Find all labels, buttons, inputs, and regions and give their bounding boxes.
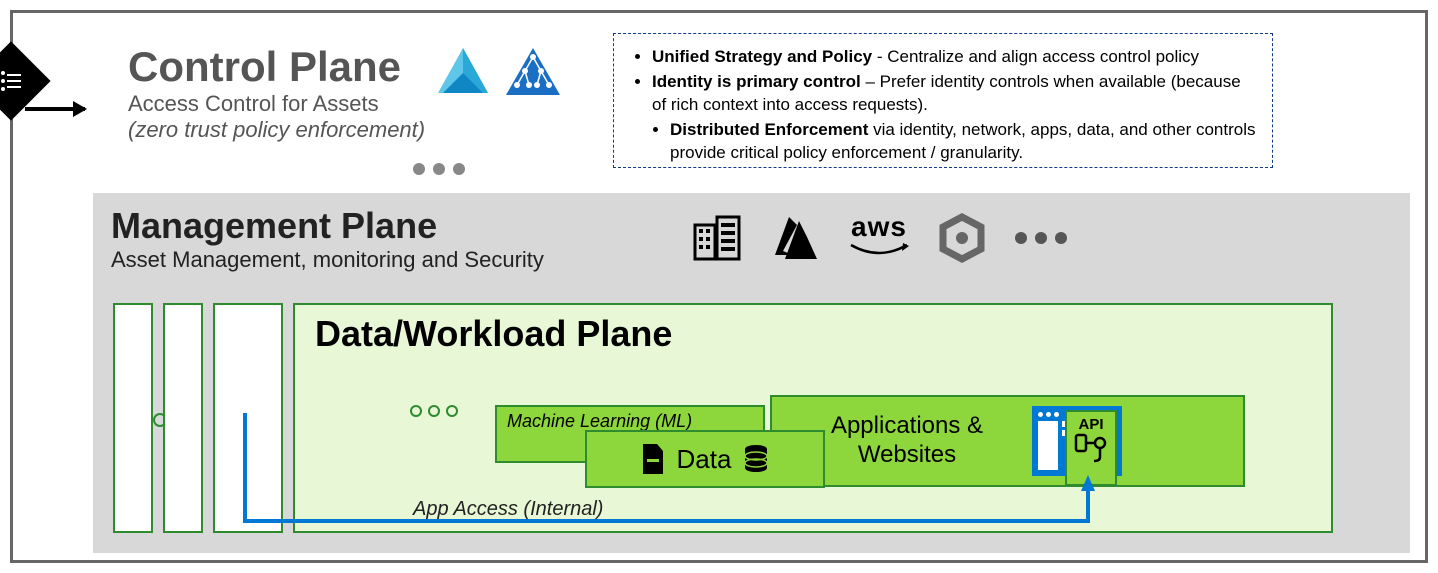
- aws-icon: aws: [849, 211, 909, 264]
- control-plane-decorative-icons: [433, 43, 563, 103]
- api-box: API: [1065, 410, 1117, 486]
- arrow-right-icon: [25, 107, 85, 111]
- policy-callout: Unified Strategy and Policy - Centralize…: [613, 33, 1273, 168]
- control-plane-note: (zero trust policy enforcement): [128, 117, 425, 143]
- cloud-provider-icons: aws: [693, 211, 1067, 264]
- data-box: Data: [585, 430, 825, 488]
- api-connector-icon: [1074, 433, 1108, 463]
- policy-item-identity: Identity is primary control – Prefer ide…: [652, 71, 1256, 117]
- applications-box: Applications & Websites: [770, 395, 1245, 487]
- network-pyramid-icon: [503, 43, 563, 103]
- plane-stack-bar: [213, 303, 283, 533]
- plane-stack-bar: [163, 303, 203, 533]
- data-label: Data: [677, 444, 732, 475]
- datacenter-icon: [693, 215, 743, 261]
- pyramid-icon: [433, 43, 493, 103]
- ellipsis-outline-icon: [410, 405, 458, 417]
- file-icon: [641, 444, 665, 474]
- ellipsis-icon: [1015, 232, 1067, 244]
- applications-label: Applications & Websites: [792, 412, 1022, 470]
- database-icon: [743, 444, 769, 474]
- ellipsis-icon: [413, 163, 465, 175]
- data-workload-title: Data/Workload Plane: [295, 305, 1331, 363]
- policy-item-unified: Unified Strategy and Policy - Centralize…: [652, 46, 1256, 69]
- app-access-label: App Access (Internal): [413, 498, 603, 521]
- gcp-hex-icon: [937, 213, 987, 263]
- control-plane-area: Control Plane Access Control for Assets …: [13, 23, 1415, 198]
- control-plane-icon: [0, 53, 39, 109]
- control-plane-title: Control Plane: [128, 43, 425, 91]
- policy-item-distributed: Distributed Enforcement via identity, ne…: [670, 119, 1256, 165]
- api-label: API: [1078, 416, 1103, 433]
- plane-stack-bar: [113, 303, 153, 533]
- ml-label: Machine Learning (ML): [507, 411, 692, 431]
- azure-icon: [771, 215, 821, 261]
- control-plane-subtitle: Access Control for Assets: [128, 91, 425, 117]
- diagram-frame: Control Plane Access Control for Assets …: [10, 10, 1428, 563]
